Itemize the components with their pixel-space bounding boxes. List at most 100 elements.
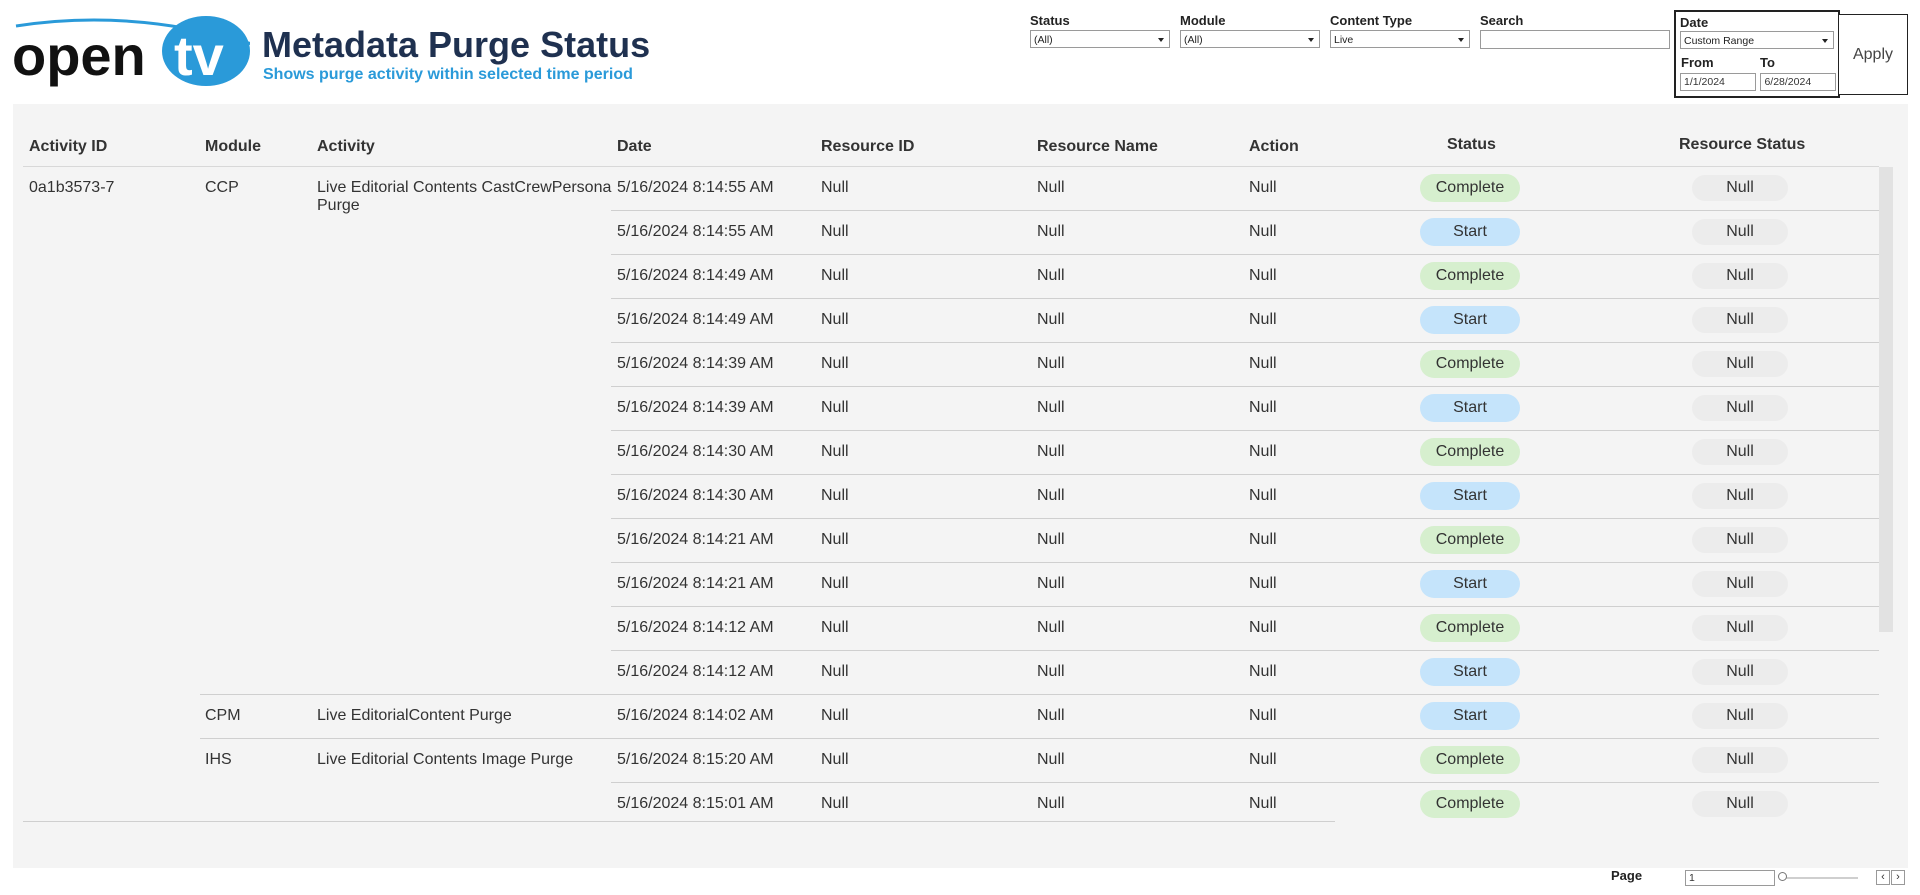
status-badge: Start <box>1420 394 1520 422</box>
row-divider <box>611 782 1879 783</box>
action-cell: Null <box>1249 223 1277 240</box>
action-cell: Null <box>1249 399 1277 416</box>
page-input[interactable]: 1 <box>1685 870 1775 886</box>
date-to-input[interactable]: 6/28/2024 <box>1760 73 1837 91</box>
status-badge: Start <box>1420 570 1520 598</box>
content-type-select[interactable]: Live <box>1330 30 1470 48</box>
search-input[interactable] <box>1480 30 1670 49</box>
logo-text-open: open <box>12 24 146 87</box>
resource-id-cell: Null <box>821 795 849 812</box>
resource-status-badge: Null <box>1692 263 1788 289</box>
page-title: Metadata Purge Status <box>262 24 651 65</box>
column-header-resource-status[interactable]: Resource Status <box>1679 136 1805 154</box>
action-cell: Null <box>1249 619 1277 636</box>
module-filter-label: Module <box>1180 13 1226 28</box>
resource-id-cell: Null <box>821 267 849 284</box>
caret-down-icon <box>1308 38 1314 42</box>
module-cell-ihs: IHS <box>205 751 232 768</box>
resource-id-cell: Null <box>821 487 849 504</box>
date-cell: 5/16/2024 8:14:49 AM <box>617 267 774 284</box>
status-badge: Complete <box>1420 746 1520 774</box>
action-cell: Null <box>1249 355 1277 372</box>
status-badge: Start <box>1420 658 1520 686</box>
opentv-logo: open tv <box>12 16 250 87</box>
column-header-module[interactable]: Module <box>205 138 261 156</box>
page-slider-track[interactable] <box>1782 877 1858 879</box>
resource-id-cell: Null <box>821 311 849 328</box>
activity-id-cell: 0a1b3573-7 <box>29 179 115 196</box>
table-header-divider <box>23 166 1879 167</box>
chevron-right-icon[interactable]: › <box>1891 870 1905 885</box>
column-header-resource-name[interactable]: Resource Name <box>1037 138 1158 156</box>
caret-down-icon <box>1158 38 1164 42</box>
resource-name-cell: Null <box>1037 795 1065 812</box>
module-filter: Module (All) <box>1180 13 1320 48</box>
resource-status-badge: Null <box>1692 571 1788 597</box>
resource-status-badge: Null <box>1692 747 1788 773</box>
row-divider <box>611 210 1879 211</box>
row-divider <box>611 562 1879 563</box>
date-cell: 5/16/2024 8:14:21 AM <box>617 531 774 548</box>
resource-id-cell: Null <box>821 399 849 416</box>
resource-id-cell: Null <box>821 751 849 768</box>
action-cell: Null <box>1249 575 1277 592</box>
status-select[interactable]: (All) <box>1030 30 1170 48</box>
module-cell-cpm: CPM <box>205 707 241 724</box>
date-cell: 5/16/2024 8:14:39 AM <box>617 355 774 372</box>
resource-status-badge: Null <box>1692 703 1788 729</box>
logo-text-tv: tv <box>174 24 224 87</box>
page-slider-handle[interactable] <box>1778 872 1787 881</box>
status-badge: Start <box>1420 702 1520 730</box>
status-filter: Status (All) <box>1030 13 1170 48</box>
date-cell: 5/16/2024 8:14:21 AM <box>617 575 774 592</box>
resource-name-cell: Null <box>1037 443 1065 460</box>
row-divider <box>611 474 1879 475</box>
resource-status-badge: Null <box>1692 659 1788 685</box>
column-header-activity-id[interactable]: Activity ID <box>29 138 107 156</box>
date-filter-box: Date Custom Range From To 1/1/2024 6/28/… <box>1674 10 1840 98</box>
date-cell: 5/16/2024 8:15:01 AM <box>617 795 774 812</box>
apply-button[interactable]: Apply <box>1838 14 1908 95</box>
action-cell: Null <box>1249 487 1277 504</box>
date-filter-label: Date <box>1680 15 1709 30</box>
search-filter-label: Search <box>1480 13 1524 28</box>
date-cell: 5/16/2024 8:14:55 AM <box>617 223 774 240</box>
column-header-activity[interactable]: Activity <box>317 138 375 156</box>
row-divider <box>611 386 1879 387</box>
resource-name-cell: Null <box>1037 619 1065 636</box>
date-cell: 5/16/2024 8:15:20 AM <box>617 751 774 768</box>
results-table-panel <box>13 104 1908 868</box>
action-cell: Null <box>1249 707 1277 724</box>
resource-name-cell: Null <box>1037 707 1065 724</box>
date-range-select[interactable]: Custom Range <box>1680 31 1834 49</box>
status-filter-label: Status <box>1030 13 1070 28</box>
resource-id-cell: Null <box>821 223 849 240</box>
action-cell: Null <box>1249 663 1277 680</box>
resource-status-badge: Null <box>1692 175 1788 201</box>
page-subtitle: Shows purge activity within selected tim… <box>263 66 633 83</box>
table-bottom-divider <box>23 821 1335 822</box>
date-from-input[interactable]: 1/1/2024 <box>1680 73 1756 91</box>
row-divider <box>611 342 1879 343</box>
content-type-select-value: Live <box>1334 34 1354 46</box>
resource-name-cell: Null <box>1037 179 1065 196</box>
vertical-scrollbar[interactable] <box>1879 167 1893 632</box>
row-divider <box>611 650 1879 651</box>
date-cell: 5/16/2024 8:14:30 AM <box>617 443 774 460</box>
date-from-label: From <box>1681 55 1714 70</box>
status-badge: Start <box>1420 482 1520 510</box>
resource-id-cell: Null <box>821 531 849 548</box>
date-range-value: Custom Range <box>1684 35 1755 47</box>
resource-status-badge: Null <box>1692 483 1788 509</box>
column-header-action[interactable]: Action <box>1249 138 1299 156</box>
row-divider <box>611 606 1879 607</box>
module-select[interactable]: (All) <box>1180 30 1320 48</box>
chevron-left-icon[interactable]: ‹ <box>1876 870 1890 885</box>
column-header-date[interactable]: Date <box>617 138 652 156</box>
status-badge: Complete <box>1420 262 1520 290</box>
resource-id-cell: Null <box>821 619 849 636</box>
column-header-status[interactable]: Status <box>1447 136 1496 154</box>
column-header-resource-id[interactable]: Resource ID <box>821 138 914 156</box>
row-divider <box>611 518 1879 519</box>
content-type-filter: Content Type Live <box>1330 13 1470 48</box>
